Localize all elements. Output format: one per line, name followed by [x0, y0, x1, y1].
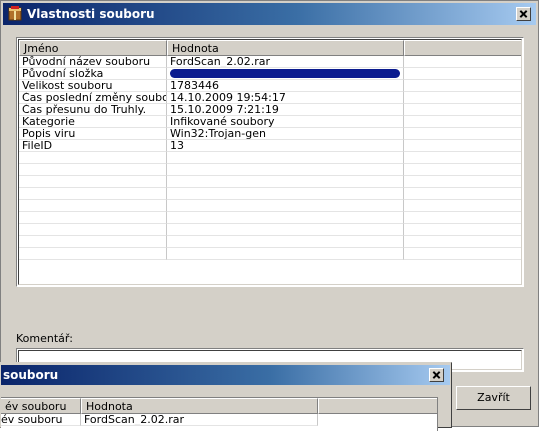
table-row[interactable]: [19, 212, 521, 224]
row-extra: [404, 68, 521, 80]
row-value: [167, 68, 404, 80]
second-properties-dialog: souboru év souboru Hodnota év souboru Fo…: [0, 362, 452, 431]
table-row[interactable]: Popis viru Win32:Trojan-gen: [19, 128, 521, 140]
close-button[interactable]: Zavřít: [456, 386, 531, 410]
table-row[interactable]: FileID 13: [19, 140, 521, 152]
row-value: 15.10.2009 7:21:19: [167, 104, 404, 116]
column-header-value[interactable]: Hodnota: [167, 40, 404, 56]
row-value: 14.10.2009 19:54:17: [167, 92, 404, 104]
column-header-empty: [404, 40, 521, 56]
row-value: [167, 236, 404, 248]
row-value: [167, 164, 404, 176]
row-value: Win32:Trojan-gen: [167, 128, 404, 140]
row-extra: [404, 92, 521, 104]
row-value: [167, 152, 404, 164]
second-properties-grid[interactable]: év souboru Hodnota év souboru FordScan_2…: [1, 397, 438, 431]
second-column-header-value[interactable]: Hodnota: [81, 398, 318, 414]
second-grid-header: év souboru Hodnota: [1, 398, 437, 414]
table-row[interactable]: [19, 152, 521, 164]
row-value: [167, 212, 404, 224]
row-extra: [404, 80, 521, 92]
row-name: [19, 236, 167, 248]
row-name: [19, 224, 167, 236]
table-row[interactable]: [19, 188, 521, 200]
row-name: Popis viru: [19, 128, 167, 140]
row-extra: [404, 236, 521, 248]
title-bar[interactable]: Vlastnosti souboru: [3, 3, 536, 25]
row-extra: [404, 56, 521, 68]
row-extra: [404, 188, 521, 200]
row-name: Čas poslední změny souboru: [19, 92, 167, 104]
row-value: Infikované soubory: [167, 116, 404, 128]
row-value: [167, 224, 404, 236]
properties-grid[interactable]: Jméno Hodnota Původní název souboru FordS…: [16, 37, 524, 287]
close-window-button[interactable]: [516, 7, 531, 21]
row-name: Původní složka: [19, 68, 167, 80]
row-value: [167, 188, 404, 200]
row-extra: [404, 248, 521, 260]
table-row[interactable]: Velikost souboru 1783446: [19, 80, 521, 92]
second-column-header-name[interactable]: év souboru: [1, 398, 81, 414]
row-name: Kategorie: [19, 116, 167, 128]
row-extra: [404, 140, 521, 152]
second-title-bar[interactable]: souboru: [1, 365, 450, 385]
archive-icon: [8, 6, 22, 21]
table-row[interactable]: Původní složka: [19, 68, 521, 80]
table-row[interactable]: Čas přesunu do Truhly. 15.10.2009 7:21:19: [19, 104, 521, 116]
row-extra: [404, 152, 521, 164]
row-value: FordScan_2.02.rar: [167, 56, 404, 68]
table-row[interactable]: [19, 164, 521, 176]
row-extra: [404, 200, 521, 212]
table-row[interactable]: Původní název souboru FordScan_2.02.rar: [19, 56, 521, 68]
second-close-window-button[interactable]: [429, 368, 444, 382]
row-name: [19, 188, 167, 200]
row-value: 1783446: [167, 80, 404, 92]
row-name: Původní název souboru: [19, 56, 167, 68]
row-name: [19, 212, 167, 224]
row-name: [19, 248, 167, 260]
row-extra: [404, 128, 521, 140]
row-name: [19, 200, 167, 212]
redacted-value: [170, 69, 400, 78]
row-value: [167, 176, 404, 188]
window-title: Vlastnosti souboru: [27, 7, 155, 21]
row-name: FileID: [19, 140, 167, 152]
table-row[interactable]: [19, 236, 521, 248]
row-value: 13: [167, 140, 404, 152]
table-row[interactable]: Čas poslední změny souboru 14.10.2009 19:…: [19, 92, 521, 104]
second-table-row[interactable]: év souboru FordScan_2.02.rar: [1, 414, 437, 426]
row-value: [167, 248, 404, 260]
second-row-value: FordScan_2.02.rar: [81, 414, 318, 426]
row-extra: [404, 116, 521, 128]
row-name: [19, 176, 167, 188]
table-row[interactable]: [19, 200, 521, 212]
grid-header: Jméno Hodnota: [19, 40, 521, 56]
row-extra: [404, 164, 521, 176]
column-header-name[interactable]: Jméno: [19, 40, 167, 56]
row-value: [167, 200, 404, 212]
second-window-title: souboru: [3, 368, 59, 382]
second-row-name: év souboru: [1, 414, 81, 426]
row-extra: [404, 212, 521, 224]
row-name: Velikost souboru: [19, 80, 167, 92]
row-name: [19, 164, 167, 176]
second-column-header-empty: [318, 398, 437, 414]
row-extra: [404, 104, 521, 116]
table-row[interactable]: Kategorie Infikované soubory: [19, 116, 521, 128]
table-row[interactable]: [19, 224, 521, 236]
table-row[interactable]: [19, 176, 521, 188]
row-extra: [404, 176, 521, 188]
row-name: Čas přesunu do Truhly.: [19, 104, 167, 116]
row-extra: [404, 224, 521, 236]
comment-label: Komentář:: [16, 332, 73, 345]
row-name: [19, 152, 167, 164]
table-row[interactable]: [19, 248, 521, 260]
